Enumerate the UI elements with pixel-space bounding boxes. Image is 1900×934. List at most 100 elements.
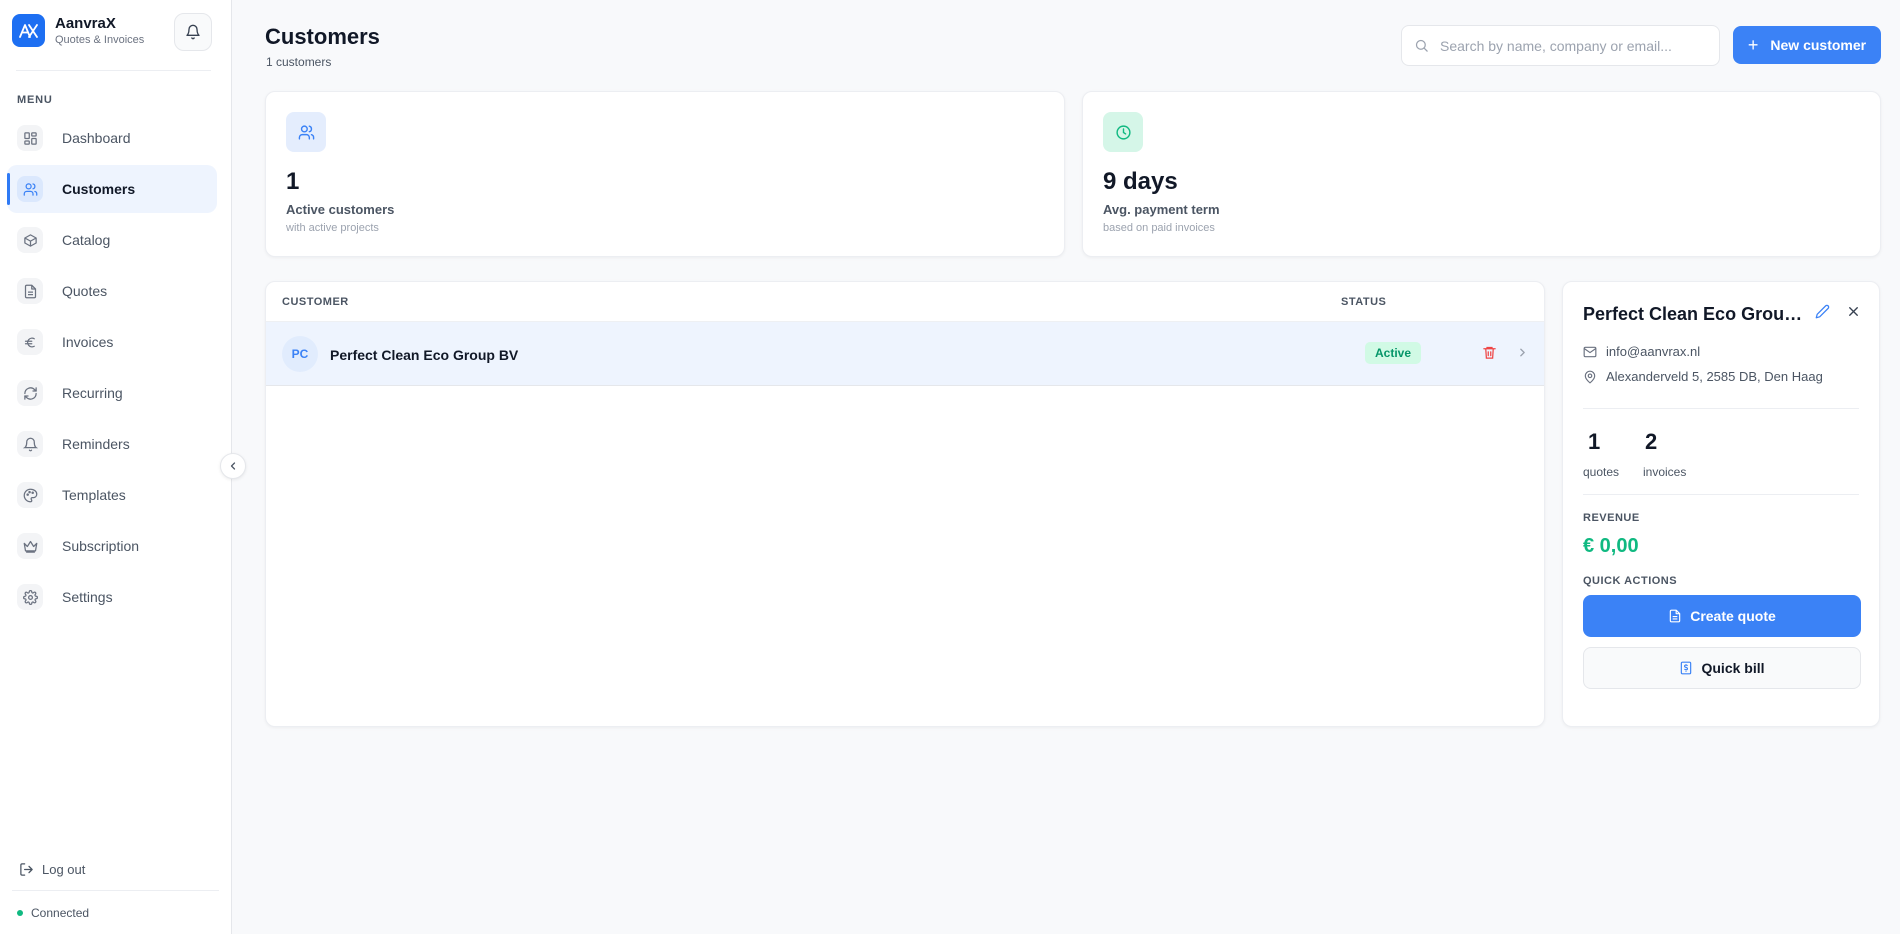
page-title: Customers xyxy=(265,24,380,49)
stat-card-payment-term: 9 days Avg. payment term based on paid i… xyxy=(1082,91,1881,257)
revenue-label: REVENUE xyxy=(1583,512,1640,524)
trash-icon xyxy=(1483,346,1496,359)
sidebar-item-label: Customers xyxy=(62,181,136,197)
close-panel-button[interactable] xyxy=(1846,304,1861,324)
connection-status: Connected xyxy=(17,906,89,920)
sidebar-item-label: Settings xyxy=(62,589,113,605)
app-logo-icon xyxy=(12,14,45,47)
invoices-count: 2 xyxy=(1645,429,1658,454)
invoice-icon xyxy=(1681,661,1692,675)
detail-title: Perfect Clean Eco Group BV xyxy=(1583,304,1813,324)
stat-label: Active customers xyxy=(286,202,395,217)
table-header: CUSTOMER STATUS xyxy=(266,282,1544,322)
sidebar-item-recurring[interactable]: Recurring xyxy=(7,369,217,417)
logout-button[interactable]: Log out xyxy=(19,862,85,877)
search-icon xyxy=(1415,39,1428,52)
quick-actions-label: QUICK ACTIONS xyxy=(1583,575,1678,587)
box-icon xyxy=(17,227,43,253)
sidebar-divider xyxy=(16,70,211,71)
sidebar-item-catalog[interactable]: Catalog xyxy=(7,216,217,264)
create-quote-label: Create quote xyxy=(1690,608,1776,624)
stat-sublabel: with active projects xyxy=(286,222,379,234)
delete-button[interactable] xyxy=(1482,345,1497,365)
sidebar-item-subscription[interactable]: Subscription xyxy=(7,522,217,570)
connection-status-label: Connected xyxy=(31,906,90,920)
detail-email[interactable]: info@aanvrax.nl xyxy=(1583,344,1700,359)
palette-icon xyxy=(17,482,43,508)
quick-bill-button[interactable]: Quick bill xyxy=(1583,647,1861,689)
sidebar-item-dashboard[interactable]: Dashboard xyxy=(7,114,217,162)
sidebar-item-reminders[interactable]: Reminders xyxy=(7,420,217,468)
brand[interactable]: AanvraX Quotes & Invoices xyxy=(12,14,144,47)
sidebar-item-label: Catalog xyxy=(62,232,111,248)
invoices-label: invoices xyxy=(1643,465,1687,479)
sidebar-divider xyxy=(12,890,219,891)
revenue-value: € 0,00 xyxy=(1583,535,1639,557)
document-icon xyxy=(1669,609,1681,623)
create-quote-button[interactable]: Create quote xyxy=(1583,595,1861,637)
customers-table: CUSTOMER STATUS PC Perfect Clean Eco Gro… xyxy=(265,281,1545,727)
close-icon xyxy=(1849,307,1858,316)
clock-icon xyxy=(1103,112,1143,152)
stat-sublabel: based on paid invoices xyxy=(1103,222,1215,234)
avatar: PC xyxy=(282,336,318,372)
stat-label: Avg. payment term xyxy=(1103,202,1220,217)
detail-divider xyxy=(1583,494,1859,495)
status-dot-icon xyxy=(17,910,23,916)
crown-icon xyxy=(17,533,43,559)
search-box[interactable] xyxy=(1401,25,1720,66)
column-header-status[interactable]: STATUS xyxy=(1341,296,1386,308)
stat-value: 9 days xyxy=(1103,168,1178,195)
new-customer-button[interactable]: + New customer xyxy=(1733,26,1881,64)
notifications-button[interactable] xyxy=(174,13,212,51)
gear-icon xyxy=(17,584,43,610)
bell-icon xyxy=(17,431,43,457)
sidebar-item-invoices[interactable]: Invoices xyxy=(7,318,217,366)
refresh-icon xyxy=(17,380,43,406)
plus-icon: + xyxy=(1747,35,1759,55)
sidebar-item-label: Quotes xyxy=(62,283,108,299)
open-customer-button[interactable] xyxy=(1516,346,1529,364)
sidebar-item-label: Invoices xyxy=(62,334,114,350)
pencil-icon xyxy=(1815,304,1830,319)
document-icon xyxy=(17,278,43,304)
logout-icon xyxy=(20,863,33,876)
edit-customer-button[interactable] xyxy=(1815,304,1830,324)
app-name: AanvraX xyxy=(55,14,116,32)
users-icon xyxy=(17,176,43,202)
detail-address-text: Alexanderveld 5, 2585 DB, Den Haag xyxy=(1606,369,1823,384)
mail-icon xyxy=(1583,346,1597,357)
detail-address: Alexanderveld 5, 2585 DB, Den Haag xyxy=(1583,369,1823,384)
users-icon xyxy=(286,112,326,152)
chevron-left-icon xyxy=(230,462,236,470)
sidebar-item-settings[interactable]: Settings xyxy=(7,573,217,621)
sidebar-item-customers[interactable]: Customers xyxy=(7,165,217,213)
sidebar-item-label: Recurring xyxy=(62,385,123,401)
sidebar-item-label: Subscription xyxy=(62,538,140,554)
logout-label: Log out xyxy=(42,862,86,877)
table-row[interactable]: PC Perfect Clean Eco Group BV Active xyxy=(266,322,1544,386)
page-subtitle: 1 customers xyxy=(266,55,332,69)
sidebar-item-quotes[interactable]: Quotes xyxy=(7,267,217,315)
stat-value: 1 xyxy=(286,168,300,195)
detail-divider xyxy=(1583,408,1859,409)
customer-detail-panel: Perfect Clean Eco Group BV info@aanvrax.… xyxy=(1562,281,1880,727)
collapse-sidebar-button[interactable] xyxy=(220,453,246,479)
quick-bill-label: Quick bill xyxy=(1701,660,1765,676)
menu-label: MENU xyxy=(17,94,53,106)
sidebar-item-label: Templates xyxy=(62,487,126,503)
detail-email-text: info@aanvrax.nl xyxy=(1606,344,1701,359)
quotes-label: quotes xyxy=(1583,465,1620,479)
sidebar-item-label: Reminders xyxy=(62,436,130,452)
sidebar-item-templates[interactable]: Templates xyxy=(7,471,217,519)
sidebar: AanvraX Quotes & Invoices MENU Dashboard… xyxy=(0,0,232,934)
quotes-count: 1 xyxy=(1588,429,1601,454)
stat-card-active-customers: 1 Active customers with active projects xyxy=(265,91,1065,257)
euro-icon xyxy=(17,329,43,355)
app-subtitle: Quotes & Invoices xyxy=(55,33,145,46)
map-pin-icon xyxy=(1584,370,1596,384)
column-header-customer[interactable]: CUSTOMER xyxy=(282,296,349,308)
customer-name: Perfect Clean Eco Group BV xyxy=(330,347,519,363)
new-customer-label: New customer xyxy=(1770,37,1867,53)
search-input[interactable] xyxy=(1440,37,1700,54)
